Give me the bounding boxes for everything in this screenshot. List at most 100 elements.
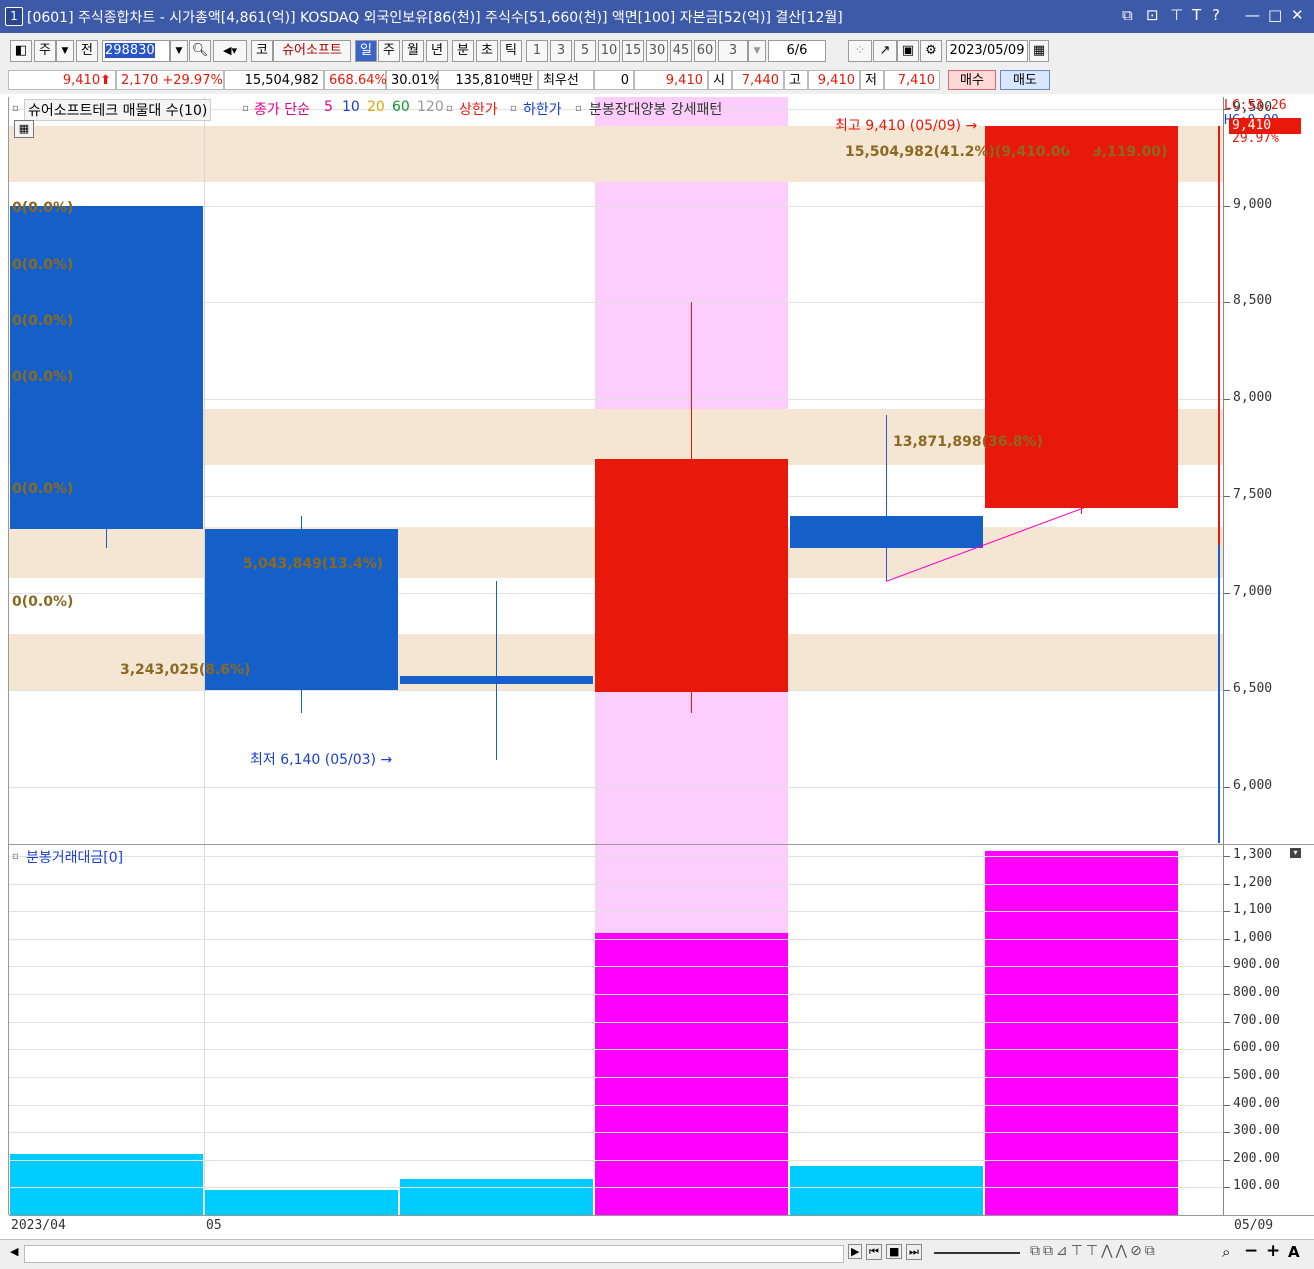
drawing-tools-icon[interactable]: ⧉⧉⊿⊤⊤⋀⋀⊘⧉ — [1030, 1243, 1158, 1259]
volume-tick-label: 1,100 — [1233, 902, 1273, 918]
grid-table-icon[interactable]: ▦ — [14, 120, 34, 138]
zoom-out-icon[interactable]: − — [1244, 1241, 1258, 1261]
period-month[interactable]: 월 — [402, 40, 424, 62]
volume-tick — [1224, 1104, 1230, 1106]
volume-bar — [790, 1166, 983, 1215]
pane-menu-icon[interactable]: ▾ — [1290, 848, 1301, 858]
ma-20[interactable]: 20 — [367, 99, 385, 115]
stock-code-input[interactable]: 298830 — [102, 40, 170, 62]
volume-gridline — [9, 938, 1223, 940]
market-tab[interactable]: 주 — [34, 40, 56, 62]
code-dropdown-icon[interactable]: ▼ — [170, 40, 188, 62]
high-label: 고 — [784, 70, 808, 90]
horizontal-scrollbar[interactable] — [24, 1245, 844, 1263]
zoom-slider[interactable] — [934, 1252, 1020, 1254]
ma-label[interactable]: 종가 단순 — [254, 99, 310, 119]
minute-5[interactable]: 5 — [574, 40, 596, 62]
price-tick — [1224, 399, 1230, 401]
maximize-icon[interactable]: □ — [1268, 6, 1282, 24]
chart-title[interactable]: 슈어소프트테크 매물대 수(10) — [24, 99, 212, 121]
upper-limit-label[interactable]: 상한가 — [459, 99, 498, 119]
minute-3[interactable]: 3 — [550, 40, 572, 62]
volume-gridline — [9, 1159, 1223, 1161]
volume-bar — [595, 933, 788, 1215]
date-input[interactable]: 2023/05/09 — [946, 40, 1028, 62]
pin-icon[interactable]: ⊤ — [1170, 6, 1183, 24]
bottom-toolbar: ◀ ▶ ⏮ ■ ⏭ ⧉⧉⊿⊤⊤⋀⋀⊘⧉ ⌕ − + A — [0, 1239, 1314, 1269]
current-price: 9,410⬆ — [8, 70, 116, 90]
best-price-value: 0 — [594, 70, 634, 90]
volume-tick — [1224, 994, 1230, 996]
period-tick[interactable]: 틱 — [500, 40, 522, 62]
trendline-icon[interactable]: ↗ — [873, 40, 897, 62]
trade-amount: 135,810백만 — [438, 70, 538, 90]
ma-5[interactable]: 5 — [324, 99, 333, 115]
count-dropdown-icon[interactable]: ▼ — [748, 40, 766, 62]
crosshair-icon[interactable]: ⁘ — [848, 40, 872, 62]
minimize-icon[interactable]: — — [1245, 6, 1260, 24]
minute-1[interactable]: 1 — [526, 40, 548, 62]
price-tick-label: 8,000 — [1233, 390, 1273, 406]
volume-tick — [1224, 1076, 1230, 1078]
layout-icon[interactable]: ◧ — [10, 40, 32, 62]
x-label-end: 05/09 — [1234, 1218, 1274, 1233]
restore-icon[interactable]: ⊡ — [1146, 6, 1159, 24]
gear-icon[interactable]: ⚙ — [920, 40, 942, 62]
ma-120[interactable]: 120 — [417, 99, 444, 115]
volume-bar — [205, 1189, 398, 1215]
search-icon[interactable]: 🔍︎ — [189, 40, 211, 62]
rewind-icon[interactable]: ⏮ — [866, 1244, 882, 1260]
volume-tick-label: 300.00 — [1233, 1123, 1280, 1139]
minute-15[interactable]: 15 — [622, 40, 644, 62]
volume-gridline — [9, 1049, 1223, 1051]
scroll-left-icon[interactable]: ◀ — [10, 1245, 18, 1258]
lower-limit-label[interactable]: 하한가 — [523, 99, 562, 119]
count-input[interactable]: 3 — [718, 40, 748, 62]
buy-button[interactable]: 매수 — [948, 70, 996, 90]
ma-60[interactable]: 60 — [392, 99, 410, 115]
play-icon[interactable]: ▶ — [848, 1244, 863, 1259]
calendar-icon[interactable]: ▦ — [1029, 40, 1049, 62]
help-icon[interactable]: ? — [1212, 6, 1220, 24]
ma-10[interactable]: 10 — [342, 99, 360, 115]
minute-45[interactable]: 45 — [670, 40, 692, 62]
auto-fit-icon[interactable]: A — [1288, 1243, 1300, 1261]
period-second[interactable]: 초 — [476, 40, 498, 62]
volume-tick — [1224, 1049, 1230, 1051]
period-minute[interactable]: 분 — [452, 40, 474, 62]
price-gridline — [9, 786, 1223, 788]
price-change: 2,170 +29.97% — [116, 70, 224, 90]
price-tick — [1224, 689, 1230, 691]
forward-icon[interactable]: ⏭ — [906, 1244, 922, 1260]
font-icon[interactable]: T — [1192, 6, 1201, 24]
pattern-label[interactable]: 분봉장대양봉 강세패턴 — [589, 99, 722, 119]
tile-icon[interactable]: ⧉ — [1122, 6, 1133, 24]
minute-30[interactable]: 30 — [646, 40, 668, 62]
zoom-search-icon[interactable]: ⌕ — [1222, 1243, 1230, 1261]
period-year[interactable]: 년 — [426, 40, 448, 62]
zoom-in-icon[interactable]: + — [1266, 1241, 1280, 1261]
volume-tick — [1224, 883, 1230, 885]
sell-button[interactable]: 매도 — [1000, 70, 1050, 90]
quote-bar: 9,410⬆ 2,170 +29.97% 15,504,982 668.64% … — [0, 67, 1314, 94]
all-button[interactable]: 전 — [76, 40, 98, 62]
period-day[interactable]: 일 — [355, 40, 377, 62]
type-button[interactable]: 코 — [251, 40, 273, 62]
volume-tick — [1224, 1021, 1230, 1023]
volume-tick-label: 500.00 — [1233, 1067, 1280, 1083]
minute-60[interactable]: 60 — [694, 40, 716, 62]
volume-pane-title[interactable]: 분봉거래대금[0] — [26, 847, 123, 867]
period-week[interactable]: 주 — [378, 40, 400, 62]
close-icon[interactable]: ✕ — [1291, 6, 1304, 24]
minute-10[interactable]: 10 — [598, 40, 620, 62]
price-tick — [1224, 786, 1230, 788]
chevron-down-icon[interactable]: ▼ — [56, 40, 74, 62]
volume-gridline — [9, 1076, 1223, 1078]
turnover-rate: 30.01% — [386, 70, 441, 90]
save-icon[interactable]: ▣ — [897, 40, 919, 62]
price-tick — [1224, 496, 1230, 498]
stop-icon[interactable]: ■ — [886, 1244, 903, 1259]
current-price-line — [1218, 126, 1220, 545]
legend-bullet: ▫ — [510, 103, 517, 114]
speaker-icon[interactable]: ◀▾ — [213, 40, 247, 62]
